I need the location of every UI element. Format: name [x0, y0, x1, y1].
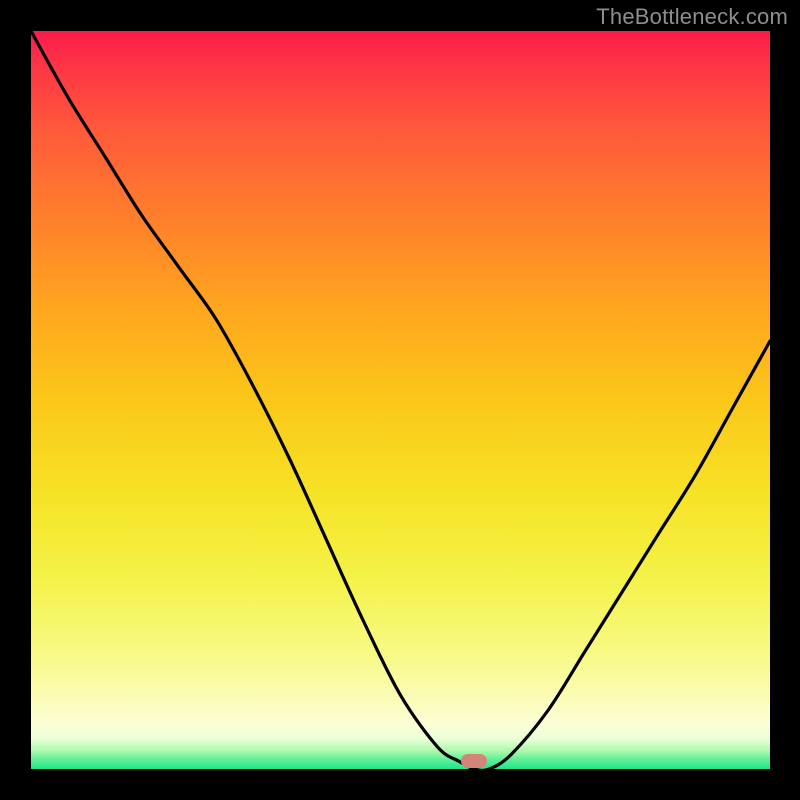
chart-container: TheBottleneck.com	[0, 0, 800, 800]
curve-svg	[31, 31, 770, 769]
watermark-text: TheBottleneck.com	[596, 4, 788, 30]
minimum-marker	[461, 754, 487, 768]
bottleneck-curve	[31, 31, 770, 769]
plot-area	[31, 31, 770, 769]
